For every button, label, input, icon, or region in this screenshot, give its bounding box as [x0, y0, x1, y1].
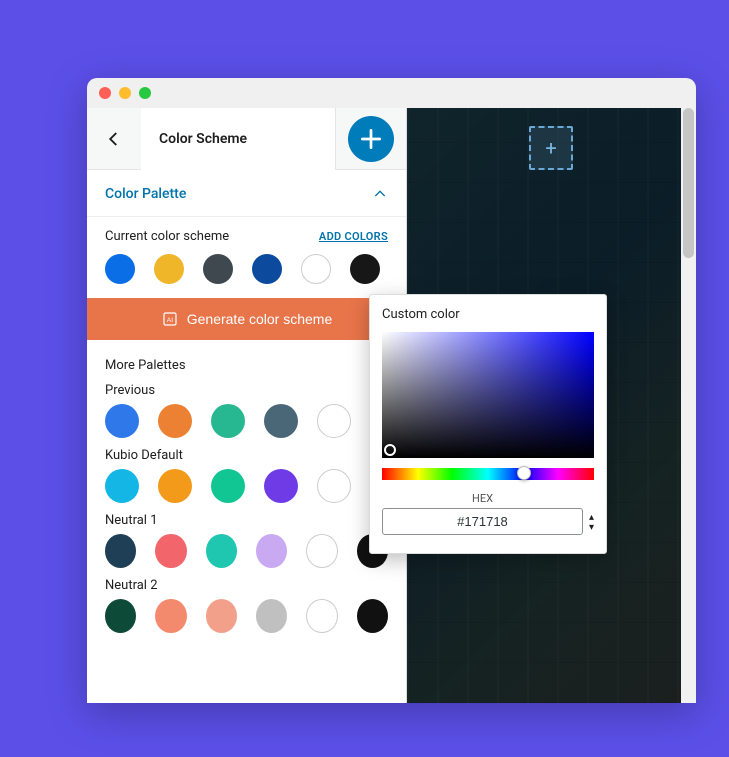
preview-scrollbar[interactable] [681, 108, 696, 703]
palette-swatch[interactable] [158, 404, 192, 438]
section-toggle-color-palette[interactable]: Color Palette [87, 170, 406, 217]
palette-swatch-row [105, 469, 388, 503]
palette-swatch[interactable] [211, 469, 245, 503]
current-swatch-row [105, 254, 388, 284]
palette-swatch[interactable] [357, 599, 388, 633]
palette-swatch[interactable] [306, 534, 337, 568]
saturation-value-area[interactable] [382, 332, 594, 458]
palette-name: Previous [105, 383, 388, 398]
palette-swatch[interactable] [264, 469, 298, 503]
sidebar-header: Color Scheme [87, 108, 406, 170]
window-titlebar [87, 78, 696, 108]
palette-swatch[interactable] [105, 404, 139, 438]
current-swatch[interactable] [154, 254, 184, 284]
palette-swatch[interactable] [206, 534, 237, 568]
ai-sparkle-icon: AI [161, 310, 179, 328]
more-palettes-label: More Palettes [105, 358, 388, 373]
sv-handle[interactable] [384, 444, 396, 456]
palette-swatch[interactable] [264, 404, 298, 438]
hex-row: HEX ▴ ▾ [382, 492, 594, 535]
insert-block-target[interactable]: + [529, 126, 573, 170]
current-swatch[interactable] [350, 254, 380, 284]
palette-name: Neutral 2 [105, 578, 388, 593]
palette-swatch[interactable] [317, 404, 351, 438]
back-button[interactable] [87, 108, 141, 170]
palette-swatch[interactable] [317, 469, 351, 503]
format-stepper[interactable]: ▴ ▾ [589, 513, 594, 535]
chevron-left-icon [105, 130, 123, 148]
generate-button-label: Generate color scheme [187, 311, 333, 327]
page-title: Color Scheme [141, 108, 336, 170]
scrollbar-thumb[interactable] [683, 108, 694, 258]
current-swatch[interactable] [203, 254, 233, 284]
current-swatch[interactable] [105, 254, 135, 284]
palette-swatch[interactable] [306, 599, 337, 633]
zoom-traffic-light-icon[interactable] [139, 87, 151, 99]
palette-swatch[interactable] [206, 599, 237, 633]
palette-swatch-row [105, 404, 388, 438]
hue-slider[interactable] [382, 468, 594, 480]
current-scheme-label: Current color scheme [105, 229, 229, 244]
palette-swatch[interactable] [158, 469, 192, 503]
palette-swatch-row [105, 599, 388, 633]
chevron-up-icon [372, 186, 388, 202]
section-title: Color Palette [105, 186, 186, 202]
palette-swatch[interactable] [105, 534, 136, 568]
current-scheme-header: Current color scheme ADD COLORS [105, 229, 388, 244]
generate-color-scheme-button[interactable]: AI Generate color scheme [87, 298, 406, 340]
palette-pane: Current color scheme ADD COLORS AI Gener… [87, 217, 406, 703]
plus-icon: + [545, 136, 556, 160]
stepper-down-icon[interactable]: ▾ [589, 523, 594, 533]
add-colors-link[interactable]: ADD COLORS [319, 230, 388, 243]
palette-swatch[interactable] [155, 599, 186, 633]
add-button[interactable] [348, 116, 394, 162]
current-swatch[interactable] [301, 254, 331, 284]
plus-icon [358, 126, 384, 152]
svg-text:AI: AI [167, 317, 174, 324]
minimize-traffic-light-icon[interactable] [119, 87, 131, 99]
palette-swatch[interactable] [211, 404, 245, 438]
picker-title: Custom color [382, 307, 594, 322]
more-palettes-list: Previous Kubio Default Neutral 1 Neutral 2 [105, 383, 388, 633]
hex-input[interactable] [382, 508, 583, 535]
palette-swatch[interactable] [105, 599, 136, 633]
palette-name: Neutral 1 [105, 513, 388, 528]
color-picker-popover: Custom color HEX ▴ ▾ [369, 294, 607, 554]
close-traffic-light-icon[interactable] [99, 87, 111, 99]
palette-swatch-row [105, 534, 388, 568]
hex-label: HEX [382, 492, 583, 505]
palette-swatch[interactable] [256, 599, 287, 633]
palette-swatch[interactable] [155, 534, 186, 568]
hue-handle[interactable] [517, 466, 531, 480]
palette-swatch[interactable] [256, 534, 287, 568]
sidebar: Color Scheme Color Palette Current color… [87, 108, 407, 703]
palette-name: Kubio Default [105, 448, 388, 463]
current-swatch[interactable] [252, 254, 282, 284]
palette-swatch[interactable] [105, 469, 139, 503]
